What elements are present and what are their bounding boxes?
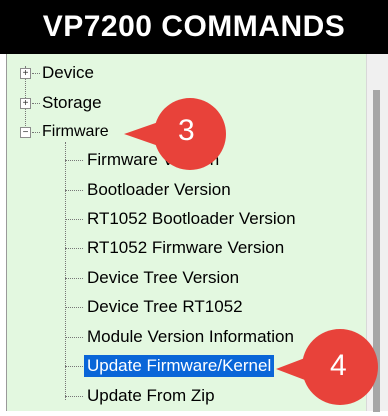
tree-item-label: Module Version Information [87,327,294,346]
tree-item-module-version-information[interactable]: Module Version Information [87,326,294,348]
expand-device-toggle[interactable]: + [20,68,31,79]
tree-item-storage[interactable]: Storage [42,92,102,114]
tree-connector [65,160,83,161]
tree-item-label: Device [42,63,94,82]
tree-item-update-firmware-kernel[interactable]: Update Firmware/Kernel [84,355,275,377]
tree-connector [65,190,83,191]
tree-item-firmware[interactable]: Firmware [42,121,109,143]
callout-4-number: 4 [330,349,347,382]
tree-connector [65,396,83,397]
tree-item-label: Firmware [42,123,109,140]
tree-connector [32,103,40,104]
tree-connector [65,219,83,220]
tree-connector [65,142,66,400]
commands-header: VP7200 COMMANDS [0,0,388,54]
tree-item-update-from-zip[interactable]: Update From Zip [87,385,215,407]
tree-connector [32,73,40,74]
tree-item-bootloader-version[interactable]: Bootloader Version [87,179,231,201]
step-callout-4: 4 [274,325,388,411]
callout-3-number: 3 [178,114,195,147]
tree-item-rt1052-bootloader-version[interactable]: RT1052 Bootloader Version [87,208,296,230]
tree-connector [65,307,83,308]
tree-item-device-tree-version[interactable]: Device Tree Version [87,267,239,289]
tree-connector [65,366,83,367]
tree-item-label: RT1052 Bootloader Version [87,209,296,228]
tree-connector [65,337,83,338]
tree-item-label: Device Tree RT1052 [87,297,243,316]
tree-connector [65,278,83,279]
tree-item-rt1052-firmware-version[interactable]: RT1052 Firmware Version [87,237,284,259]
tree-item-label: RT1052 Firmware Version [87,238,285,257]
tree-connector [32,132,40,133]
tree-item-label: Storage [42,93,102,112]
header-title: VP7200 COMMANDS [42,10,346,43]
tree-connector [65,248,83,249]
expand-storage-toggle[interactable]: + [20,98,31,109]
tree-item-label: Device Tree Version [87,268,240,287]
tree-item-device-tree-rt1052[interactable]: Device Tree RT1052 [87,296,243,318]
step-callout-3: 3 [118,96,238,176]
tree-item-label: Bootloader Version [87,180,231,199]
collapse-firmware-toggle[interactable]: − [20,127,31,138]
tree-item-device[interactable]: Device [42,62,94,84]
tree-item-label: Update From Zip [87,386,215,405]
tree-item-label: Update Firmware/Kernel [87,356,272,375]
